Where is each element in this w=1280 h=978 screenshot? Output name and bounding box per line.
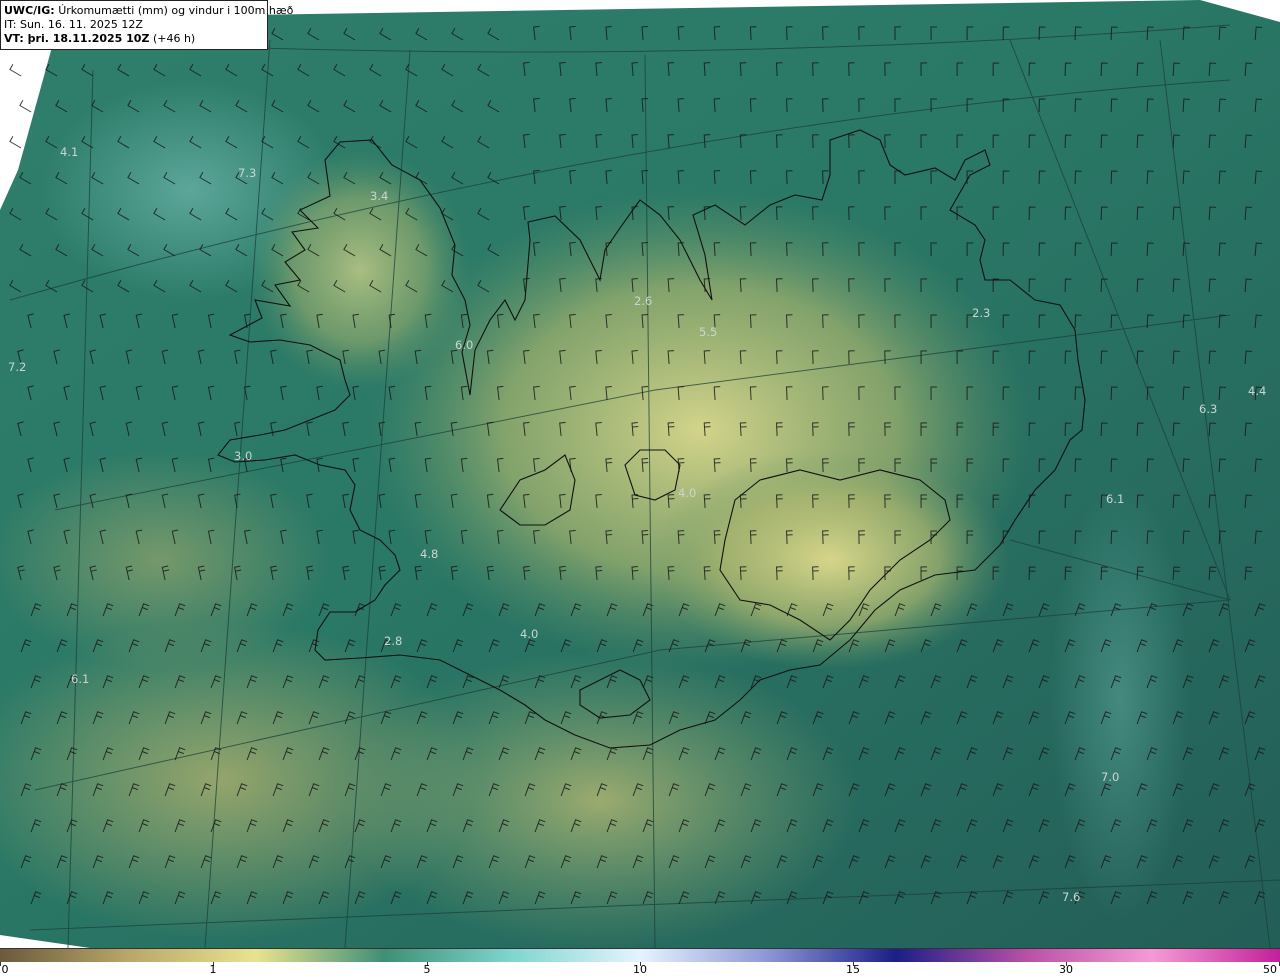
value-label: 3.4 [370, 189, 388, 203]
value-label: 2.6 [634, 294, 652, 308]
value-label: 7.0 [1101, 770, 1119, 784]
valid-time: VT: þri. 18.11.2025 10Z [4, 32, 150, 45]
precip-land-westfjords [250, 150, 470, 390]
value-label: 7.3 [238, 166, 256, 180]
tick-label: 0 [1, 963, 9, 976]
initial-time: IT: Sun. 16. 11. 2025 12Z [4, 18, 143, 31]
forecast-offset: (+46 h) [152, 32, 196, 45]
tick-label: 5 [423, 963, 431, 976]
value-label: 4.0 [678, 486, 696, 500]
value-label: 2.8 [384, 634, 402, 648]
value-label: 4.4 [1248, 384, 1266, 398]
value-label: 4.1 [60, 145, 78, 159]
product-code: UWC/IG: [4, 4, 55, 17]
value-label: 7.6 [1062, 890, 1080, 904]
precip-sea-south [340, 650, 860, 948]
value-label: 4.0 [520, 627, 538, 641]
product-description: Úrkomumætti (mm) og vindur i 100m hæð [58, 4, 294, 17]
valid-time-line: VT: þri. 18.11.2025 10Z (+46 h) [4, 32, 267, 46]
precip-patch-southwest [0, 450, 330, 670]
tick-label: 1 [209, 963, 217, 976]
value-label: 6.1 [71, 672, 89, 686]
colorbar-ticks: 0 1 5 10 15 30 50 [0, 962, 1280, 978]
value-label: 6.3 [1199, 402, 1217, 416]
value-label: 3.0 [234, 449, 252, 463]
value-label: 6.0 [455, 338, 473, 352]
value-label: 5.5 [699, 325, 717, 339]
tick-label: 50 [1263, 963, 1277, 976]
tick-label: 15 [846, 963, 860, 976]
forecast-map: 4.1 7.3 3.4 7.2 6.0 2.6 5.5 2.3 4.4 6.3 … [0, 0, 1280, 948]
info-box: UWC/IG: Úrkomumætti (mm) og vindur i 100… [0, 0, 293, 50]
value-label: 7.2 [8, 360, 26, 374]
precip-land-southeast [650, 450, 1010, 670]
dry-patch-east [1050, 480, 1190, 920]
title-line: UWC/IG: Úrkomumætti (mm) og vindur i 100… [4, 4, 293, 18]
colorbar [0, 948, 1280, 962]
value-label: 4.8 [420, 547, 438, 561]
tick-label: 30 [1059, 963, 1073, 976]
value-label: 6.1 [1106, 492, 1124, 506]
tick-label: 10 [633, 963, 647, 976]
value-label: 2.3 [972, 306, 990, 320]
